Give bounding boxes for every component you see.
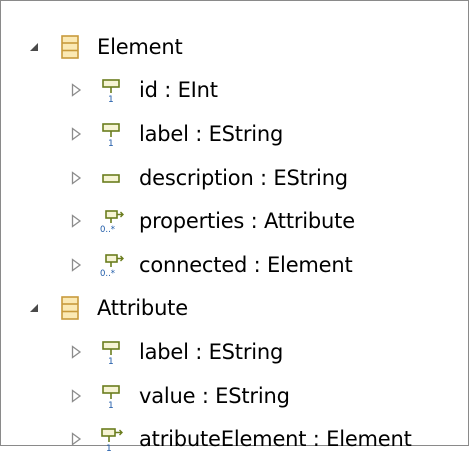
tree-node-feature-label[interactable]: 1 label : EString — [1, 112, 468, 156]
expanded-arrow-icon[interactable] — [25, 38, 43, 56]
tree-node-label: label : EString — [139, 121, 284, 146]
tree-node-feature-atributeelement[interactable]: 1 atributeElement : Element — [1, 417, 468, 461]
tree-node-feature-label[interactable]: 1 label : EString — [1, 330, 468, 374]
svg-text:1: 1 — [108, 357, 114, 365]
tree-node-label: properties : Attribute — [139, 209, 355, 234]
eattribute-single-icon: 1 — [97, 337, 127, 367]
model-tree-view: Element 1 id : EInt 1 label: EString de… — [0, 0, 469, 452]
tree-node-label: description : EString — [139, 165, 348, 190]
collapsed-arrow-icon[interactable] — [67, 343, 85, 361]
ecore-tree: Element 1 id : EInt 1 label: EString de… — [1, 25, 468, 461]
tree-node-class-element[interactable]: Element — [1, 25, 468, 69]
tree-node-label: Attribute — [97, 296, 188, 321]
expanded-arrow-icon[interactable] — [25, 299, 43, 317]
eclass-icon — [55, 32, 85, 62]
tree-node-label: value : EString — [139, 383, 290, 408]
eattribute-single-icon: 1 — [97, 119, 127, 149]
tree-node-feature-connected[interactable]: 0..* connected : Element — [1, 243, 468, 287]
collapsed-arrow-icon[interactable] — [67, 256, 85, 274]
svg-text:1: 1 — [108, 401, 114, 409]
ereference-many-icon: 0..* — [97, 250, 127, 280]
tree-node-label: label : EString — [139, 339, 284, 364]
tree-node-feature-value[interactable]: 1 value : EString — [1, 374, 468, 418]
svg-text:1: 1 — [108, 95, 114, 103]
collapsed-arrow-icon[interactable] — [67, 169, 85, 187]
tree-node-label: connected : Element — [139, 252, 353, 277]
svg-text:0..*: 0..* — [100, 225, 115, 234]
ereference-many-icon: 0..* — [97, 206, 127, 236]
svg-text:1: 1 — [108, 139, 114, 147]
collapsed-arrow-icon[interactable] — [67, 81, 85, 99]
collapsed-arrow-icon[interactable] — [67, 430, 85, 448]
eattribute-single-icon: 1 — [97, 75, 127, 105]
eclass-icon — [55, 293, 85, 323]
collapsed-arrow-icon[interactable] — [67, 212, 85, 230]
tree-node-feature-description[interactable]: description : EString — [1, 156, 468, 200]
ereference-single-icon: 1 — [97, 424, 127, 454]
tree-node-label: Element — [97, 34, 183, 59]
svg-text:0..*: 0..* — [100, 269, 115, 278]
collapsed-arrow-icon[interactable] — [67, 125, 85, 143]
tree-node-label: id : EInt — [139, 78, 218, 103]
tree-node-label: atributeElement : Element — [139, 427, 412, 452]
tree-node-feature-properties[interactable]: 0..* properties : Attribute — [1, 199, 468, 243]
svg-text:1: 1 — [106, 444, 112, 452]
eattribute-single-icon: 1 — [97, 381, 127, 411]
collapsed-arrow-icon[interactable] — [67, 387, 85, 405]
eattribute-optional-icon — [97, 163, 127, 193]
tree-node-feature-id[interactable]: 1 id : EInt — [1, 69, 468, 113]
tree-node-class-attribute[interactable]: Attribute — [1, 287, 468, 331]
